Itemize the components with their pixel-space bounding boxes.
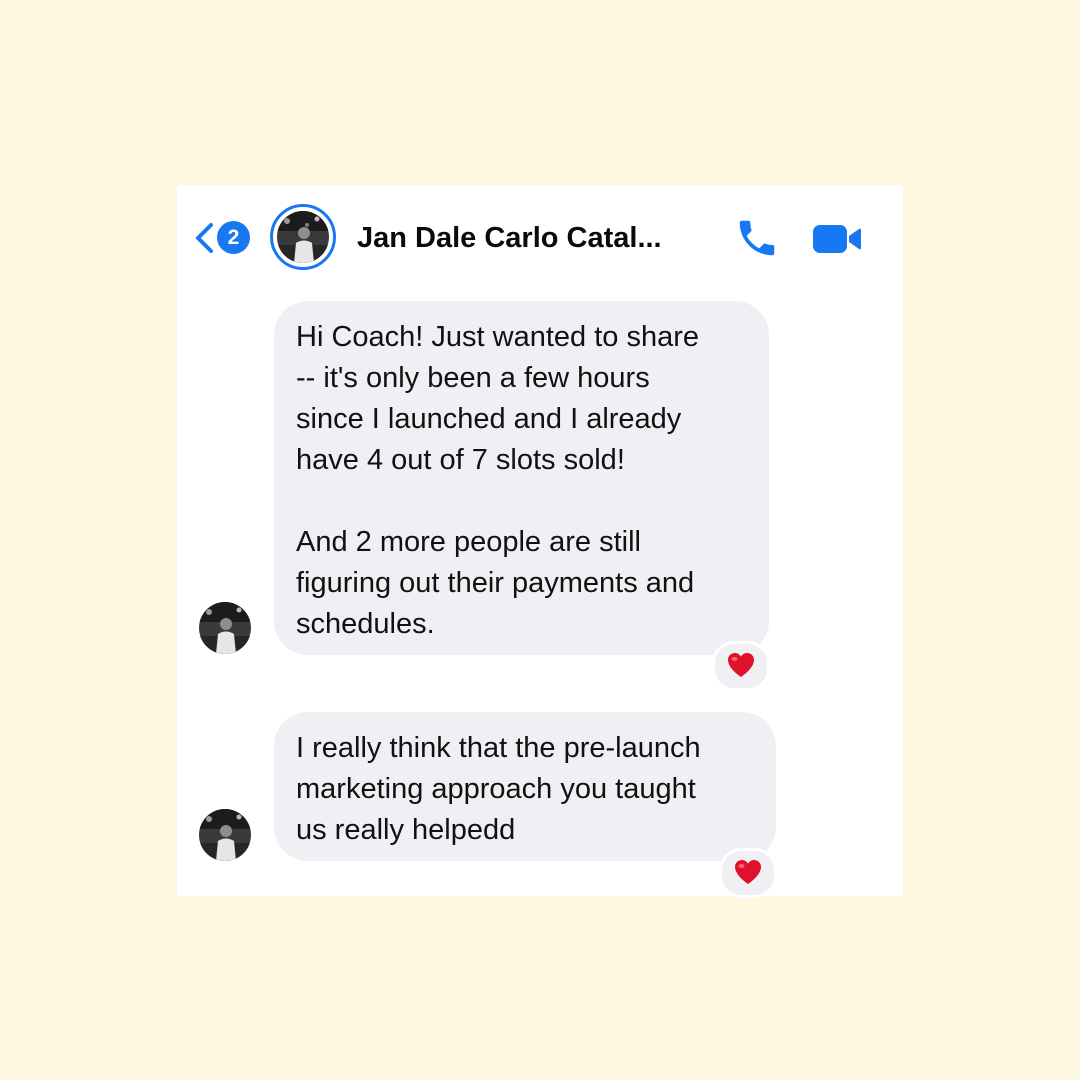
message-bubble[interactable]: Hi Coach! Just wanted to share -- it's o… xyxy=(274,301,769,655)
message-reaction[interactable] xyxy=(712,641,770,691)
message-bubble[interactable]: I really think that the pre-launch marke… xyxy=(274,712,776,861)
chevron-left-icon xyxy=(196,223,213,253)
audio-call-button[interactable] xyxy=(734,215,780,261)
message-reaction[interactable] xyxy=(719,848,777,898)
sender-avatar[interactable] xyxy=(199,602,251,654)
chat-window: 2 Jan Dale Carlo Catal... Hi Coach! Just… xyxy=(177,185,903,898)
contact-photo xyxy=(277,211,329,263)
heart-reaction-icon xyxy=(728,653,754,677)
video-call-button[interactable] xyxy=(811,219,865,259)
phone-icon xyxy=(739,220,775,256)
back-button[interactable]: 2 xyxy=(193,219,255,257)
contact-avatar[interactable] xyxy=(270,204,336,270)
contact-name[interactable]: Jan Dale Carlo Catal... xyxy=(357,219,662,257)
chat-header: 2 Jan Dale Carlo Catal... xyxy=(177,185,903,293)
heart-reaction-icon xyxy=(735,860,761,884)
video-camera-icon xyxy=(813,225,861,253)
sender-avatar[interactable] xyxy=(199,809,251,861)
unread-count-badge: 2 xyxy=(217,221,250,254)
